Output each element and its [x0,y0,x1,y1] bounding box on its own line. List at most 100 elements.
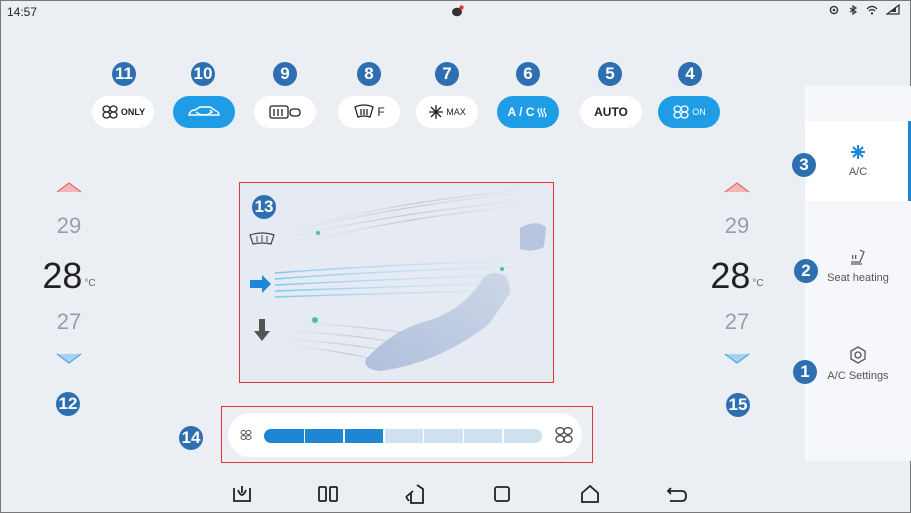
location-icon [829,5,839,14]
callout-badge: 11 [112,62,136,86]
left-temp-control: 29 28 °C 27 [39,181,99,367]
right-temp-down-button[interactable] [707,353,767,367]
square-icon [494,486,510,502]
sidebar-item-label: A/C [848,166,868,178]
right-temp-upper: 29 [724,213,750,238]
sidebar-item-ac[interactable]: A/C [805,121,911,201]
front-defrost-vent-icon [249,232,275,245]
airflow-illustration [249,188,546,371]
rear-defrost-icon [269,105,301,119]
ac-heat-icon [537,107,548,118]
snowflake-icon [429,105,444,119]
chevron-up-icon [56,182,82,193]
auto-label: AUTO [594,105,628,119]
left-temp-current-wrap: 28 °C [39,255,99,297]
bluetooth-icon [849,4,858,15]
front-defrost-button[interactable]: F [338,96,400,128]
chevron-down-icon [724,353,750,364]
fan-speed-tick [502,429,504,443]
callout-badge: 7 [435,62,459,86]
climate-sidebar: A/C Seat heating A/C Settings [805,86,911,461]
left-temp-lower: 27 [56,309,82,334]
split-screen-icon [318,486,338,502]
system-icons [828,4,900,15]
sidebar-item-label: A/C Settings [827,370,889,382]
callout-badge: 10 [191,62,215,86]
right-temp-lower: 27 [724,309,750,334]
auto-button[interactable]: AUTO [580,96,642,128]
right-temp-up-button[interactable] [707,181,767,195]
fan-speed-tick [462,429,465,443]
fan-speed-tick [422,429,425,443]
foot-vent-arrow-icon [254,319,270,341]
seat-heat-icon [851,249,865,265]
power-button[interactable] [228,481,256,507]
face-vent-arrow-icon [250,275,271,293]
left-temp-current: 28 [42,255,83,296]
max-ac-label: MAX [446,107,466,117]
notification-icon [452,5,464,17]
right-temp-control: 29 28 °C 27 [707,181,767,367]
front-defrost-icon [354,104,375,118]
back-button[interactable] [663,481,691,507]
fan-high-icon [555,426,573,444]
split-screen-button[interactable] [314,481,342,507]
snowflake-icon [851,145,865,159]
callout-badge: 2 [794,259,818,283]
callout-badge: 14 [179,426,203,450]
recents-button[interactable] [488,481,516,507]
clock: 14:57 [7,5,38,19]
signal-icon [886,4,900,15]
fan-speed-frame [221,406,593,463]
callout-badge: 12 [56,392,80,416]
home-icon [581,484,599,503]
fan-only-label: ONLY [120,107,146,117]
fan-on-button[interactable]: ON [658,96,720,128]
left-temp-upper: 29 [56,213,82,238]
sidebar-item-label: Seat heating [827,272,889,284]
ac-label: A / C [507,105,535,119]
car-mode-button[interactable] [401,481,429,507]
rear-defrost-button[interactable] [254,96,316,128]
max-ac-button[interactable]: MAX [416,96,478,128]
fan-speed-tick [303,429,306,443]
power-icon [233,486,251,502]
callout-badge: 15 [726,393,750,417]
fan-on-label: ON [692,107,706,117]
callout-badge: 1 [793,360,817,384]
left-temp-up-button[interactable] [39,181,99,195]
fan-speed-tick [383,429,385,443]
status-bar: 14:57 [1,1,911,21]
chevron-down-icon [56,353,82,364]
callout-badge: 5 [598,62,622,86]
fan-icon [673,105,689,119]
airflow-diagram [239,182,554,383]
ac-button[interactable]: A / C [497,96,559,128]
callout-badge: 13 [252,195,276,219]
settings-hex-icon [850,346,866,364]
right-temp-current-wrap: 28 °C [707,255,767,297]
fan-only-button[interactable]: ONLY [92,96,154,128]
sidebar-item-seat-heating[interactable]: Seat heating [805,226,911,306]
car-recirculation-icon [188,106,220,116]
navigation-bar [1,471,911,513]
fan-speed-track[interactable] [264,429,542,443]
callout-badge: 3 [792,153,816,177]
fan-icon [102,105,118,119]
seat-backrest [520,223,546,251]
home-button[interactable] [576,481,604,507]
left-temp-down-button[interactable] [39,353,99,367]
fan-speed-fill [264,429,384,443]
right-temp-current: 28 [710,255,751,296]
fan-speed-tick [343,429,345,443]
callout-badge: 9 [273,62,297,86]
callout-badge: 8 [357,62,381,86]
recirculation-button[interactable] [173,96,235,128]
fan-low-icon [240,430,252,440]
wifi-icon [866,5,878,15]
callout-badge: 6 [516,62,540,86]
car-seat-icon [405,484,424,504]
fan-speed-slider[interactable] [228,413,582,457]
sidebar-item-ac-settings[interactable]: A/C Settings [805,324,911,404]
temp-unit: °C [752,278,764,290]
